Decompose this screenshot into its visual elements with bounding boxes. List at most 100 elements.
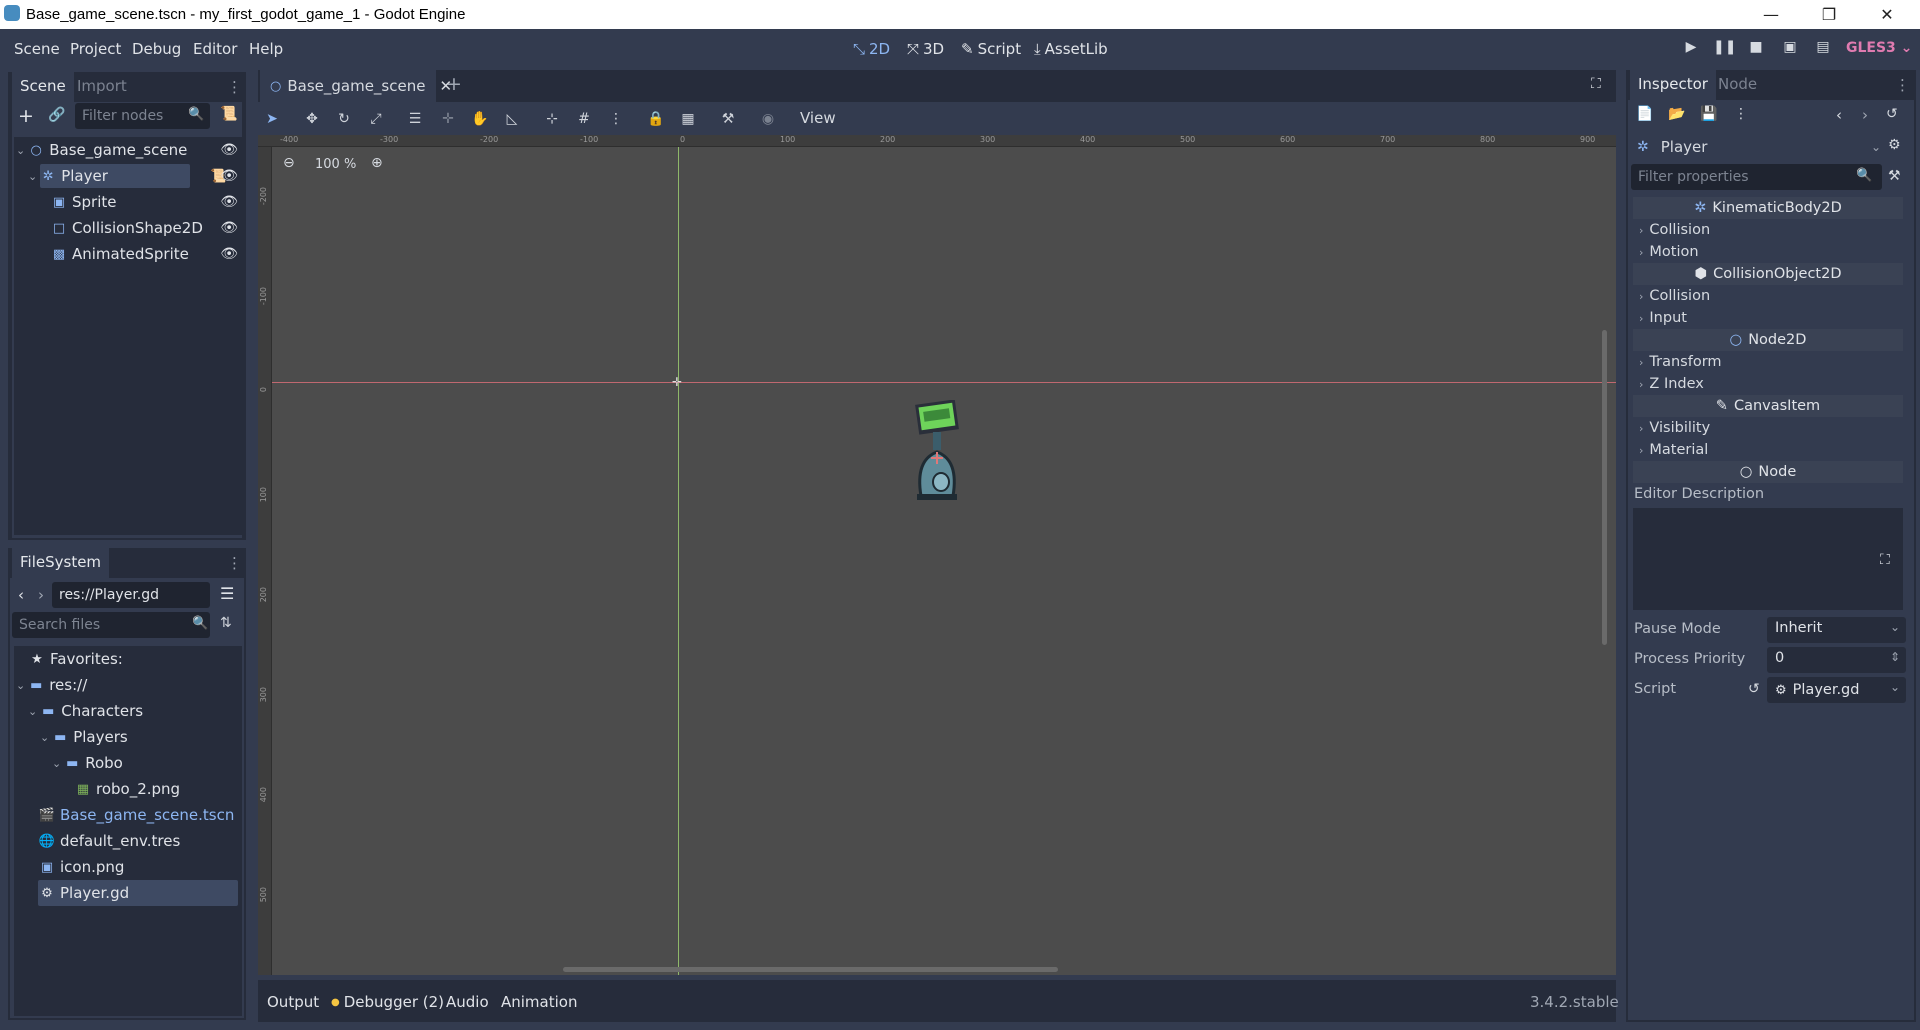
tab-scene[interactable]: Scene (12, 72, 74, 102)
script-resource-field[interactable]: ⚙ Player.gd ⌄ (1767, 677, 1906, 703)
tab-import[interactable]: Import (69, 72, 135, 102)
workspace-assetlib-button[interactable]: ⤓ AssetLib (1034, 40, 1108, 58)
move-tool-icon[interactable]: ✥ (300, 107, 324, 131)
dock-menu-icon[interactable]: ⋮ (227, 554, 242, 572)
menu-help[interactable]: Help (249, 40, 283, 58)
list-select-icon[interactable]: ☰ (403, 107, 427, 131)
resource-menu-icon[interactable]: ⋮ (1734, 106, 1748, 122)
file-default-env[interactable]: 🌐 default_env.tres (38, 828, 180, 854)
horizontal-scrollbar[interactable] (563, 967, 1058, 972)
file-icon-png[interactable]: ▣ icon.png (38, 854, 125, 880)
folder-characters[interactable]: ⌄ ▬ Characters (28, 698, 143, 724)
visibility-eye-icon[interactable]: 👁 (220, 220, 238, 236)
folder-res[interactable]: ⌄ ▬ res:// (16, 672, 87, 698)
ruler-tool-icon[interactable]: ◺ (500, 107, 524, 131)
play-custom-scene-icon[interactable]: ▤ (1812, 39, 1834, 59)
inspector-settings-icon[interactable]: ⚒ (1888, 168, 1901, 184)
select-tool-icon[interactable]: ➤ (260, 107, 284, 131)
canvas-viewport[interactable]: -400 -300 -200 -100 0 100 200 300 400 50… (258, 135, 1616, 975)
pause-icon[interactable]: ❚❚ (1713, 39, 1736, 59)
tab-inspector[interactable]: Inspector (1630, 70, 1716, 100)
menu-project[interactable]: Project (70, 40, 121, 58)
group-icon[interactable]: ▦ (676, 107, 700, 131)
scale-tool-icon[interactable]: ⤢ (364, 107, 388, 131)
file-player-gd[interactable]: ⚙ Player.gd (38, 880, 238, 906)
dock-menu-icon[interactable]: ⋮ (227, 78, 242, 96)
instance-scene-icon[interactable]: 🔗 (48, 107, 65, 123)
script-attach-icon[interactable]: 📜 (220, 106, 237, 122)
group-collision-object[interactable]: › Collision (1631, 285, 1905, 307)
snap-options-icon[interactable]: ⋮ (604, 107, 628, 131)
tree-node-sprite[interactable]: ▣ Sprite 👁 (50, 189, 242, 215)
scene-tab-base-game-scene[interactable]: ○ Base_game_scene ✕ (260, 70, 452, 102)
grid-snap-icon[interactable]: # (572, 107, 596, 131)
back-icon[interactable]: ‹ (18, 586, 24, 604)
zoom-in-icon[interactable]: ⊕ (371, 155, 383, 171)
group-transform[interactable]: › Transform (1631, 351, 1905, 373)
file-base-game-scene[interactable]: 🎬 Base_game_scene.tscn (38, 802, 234, 828)
visibility-eye-icon[interactable]: 👁 (220, 168, 238, 184)
save-resource-icon[interactable]: 💾 (1700, 106, 1717, 122)
favorites-item[interactable]: ★ Favorites: (28, 646, 123, 672)
zoom-level[interactable]: 100 % (315, 157, 356, 172)
distraction-free-icon[interactable]: ⛶ (1591, 76, 1601, 92)
lock-icon[interactable]: 🔒 (644, 107, 668, 131)
maximize-button[interactable]: ❐ (1800, 0, 1858, 29)
visibility-eye-icon[interactable]: 👁 (220, 194, 238, 210)
bone-icon[interactable]: ⚒ (716, 107, 740, 131)
tree-node-base-game-scene[interactable]: ⌄ ○ Base_game_scene 👁 (16, 137, 242, 163)
forward-icon[interactable]: › (38, 586, 44, 604)
camera-override-icon[interactable]: ◉ (756, 107, 780, 131)
split-view-icon[interactable]: ☰ (220, 584, 234, 603)
history-icon[interactable]: ↺ (1886, 106, 1898, 122)
object-properties-icon[interactable]: ⚙ (1888, 137, 1901, 153)
zoom-out-icon[interactable]: ⊖ (283, 155, 295, 171)
bottom-tab-output[interactable]: Output (267, 993, 319, 1011)
file-robo-png[interactable]: ▦ robo_2.png (74, 776, 180, 802)
pause-mode-select[interactable]: Inherit ⌄ (1767, 617, 1906, 643)
bottom-tab-animation[interactable]: Animation (501, 993, 577, 1011)
bottom-tab-debugger[interactable]: ● Debugger (2) (331, 993, 444, 1011)
group-material[interactable]: › Material (1631, 439, 1905, 461)
revert-icon[interactable]: ↺ (1748, 681, 1760, 697)
visibility-eye-icon[interactable]: 👁 (220, 142, 238, 158)
group-motion[interactable]: › Motion (1631, 241, 1905, 263)
pan-tool-icon[interactable]: ✋ (468, 107, 492, 131)
editor-description-field[interactable] (1633, 508, 1903, 610)
group-input[interactable]: › Input (1631, 307, 1905, 329)
history-back-icon[interactable]: ‹ (1836, 106, 1842, 124)
object-selector[interactable]: ✲ Player ⌄ (1631, 134, 1881, 160)
renderer-select[interactable]: GLES3 ⌄ (1846, 40, 1912, 56)
folder-robo[interactable]: ⌄ ▬ Robo (52, 750, 123, 776)
tab-filesystem[interactable]: FileSystem (12, 548, 110, 578)
process-priority-spinbox[interactable]: 0 ⇕ (1767, 647, 1906, 673)
vertical-scrollbar[interactable] (1602, 330, 1607, 645)
view-menu[interactable]: View (800, 109, 836, 127)
search-files-input[interactable]: Search files (12, 612, 210, 638)
new-scene-tab-icon[interactable]: + (446, 73, 462, 95)
load-resource-icon[interactable]: 📂 (1668, 106, 1685, 122)
workspace-2d-button[interactable]: ⤡ 2D (853, 40, 890, 58)
pivot-tool-icon[interactable]: ✛ (436, 107, 460, 131)
expand-icon[interactable]: ⛶ (1880, 552, 1890, 568)
play-scene-icon[interactable]: ▣ (1779, 39, 1801, 59)
bottom-tab-audio[interactable]: Audio (446, 993, 489, 1011)
workspace-script-button[interactable]: ✎ Script (961, 40, 1021, 58)
add-node-icon[interactable]: + (18, 105, 34, 127)
tree-node-collisionshape2d[interactable]: □ CollisionShape2D 👁 (50, 215, 242, 241)
rotate-tool-icon[interactable]: ↻ (332, 107, 356, 131)
close-button[interactable]: ✕ (1858, 0, 1916, 29)
history-forward-icon[interactable]: › (1862, 106, 1868, 124)
stop-icon[interactable]: ■ (1745, 39, 1767, 59)
play-icon[interactable]: ▶ (1680, 39, 1702, 59)
dock-menu-icon[interactable]: ⋮ (1895, 76, 1910, 94)
menu-editor[interactable]: Editor (193, 40, 237, 58)
workspace-3d-button[interactable]: ⤧ 3D (907, 40, 944, 58)
tab-node[interactable]: Node (1710, 70, 1765, 100)
new-resource-icon[interactable]: 📄 (1636, 106, 1653, 122)
filter-properties-input[interactable]: Filter properties (1631, 164, 1882, 190)
group-collision[interactable]: › Collision (1631, 219, 1905, 241)
visibility-eye-icon[interactable]: 👁 (220, 246, 238, 262)
smart-snap-icon[interactable]: ⊹ (540, 107, 564, 131)
tree-node-player[interactable]: ⌄ ✲ Player 📜 👁 (28, 163, 242, 189)
